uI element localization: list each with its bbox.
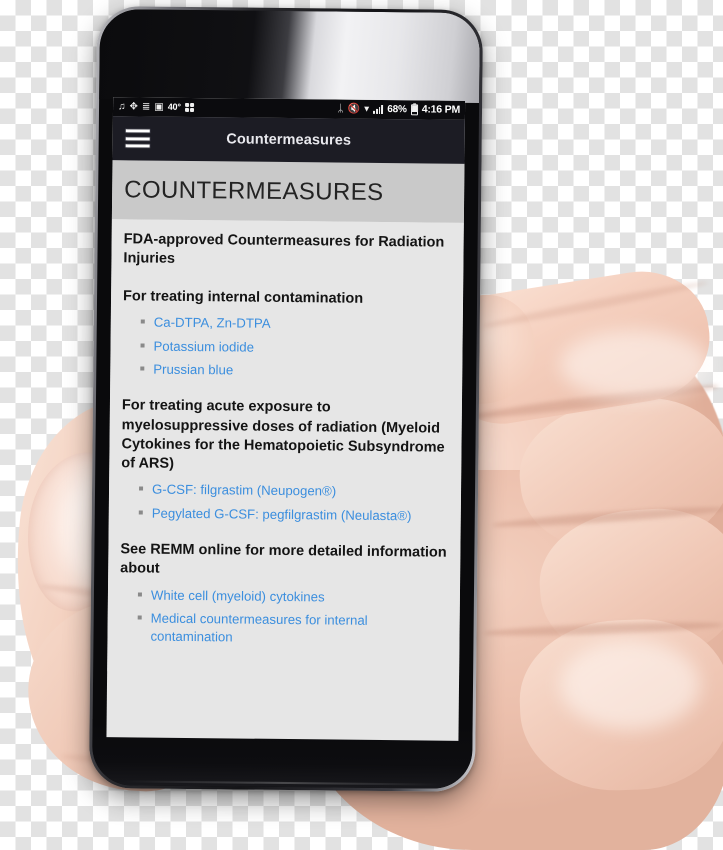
battery-icon: [410, 104, 418, 116]
link[interactable]: Ca-DTPA, Zn-DTPA: [154, 314, 271, 330]
section-heading: For treating internal contamination: [122, 287, 364, 307]
skin-crease: [470, 380, 720, 423]
link[interactable]: Prussian blue: [153, 362, 233, 378]
link[interactable]: Pegylated G-CSF: pegfilgrastim (Neulasta…: [152, 506, 412, 524]
skin-highlight: [560, 640, 700, 730]
mute-icon: 🔇: [347, 103, 361, 115]
bluetooth-icon: ᛦ: [337, 103, 344, 115]
music-note-icon: ♫: [117, 100, 126, 112]
link-list: White cell (myeloid) cytokines Medical c…: [137, 586, 448, 649]
apps-grid-icon: [184, 102, 194, 113]
page-content: FDA-approved Countermeasures for Radiati…: [107, 219, 464, 675]
temperature-indicator: 40°: [167, 101, 181, 112]
signal-bars-icon: [373, 104, 384, 115]
clock-label: 4:16 PM: [421, 103, 461, 117]
skin-highlight: [560, 330, 710, 400]
layers-icon: ≣: [141, 100, 151, 113]
link-list: G-CSF: filgrastim (Neupogen®) Pegylated …: [139, 481, 449, 526]
link[interactable]: White cell (myeloid) cytokines: [151, 587, 325, 604]
list-item[interactable]: Medical countermeasures for internal con…: [137, 610, 447, 649]
hamburger-menu-icon[interactable]: [124, 128, 151, 149]
photo-icon: ▣: [154, 101, 164, 113]
link[interactable]: Potassium iodide: [153, 338, 254, 354]
section-heading: See REMM online for more detailed inform…: [120, 541, 447, 577]
skin-crease: [483, 619, 723, 639]
content-section: FDA-approved Countermeasures for Radiati…: [123, 230, 451, 272]
link[interactable]: G-CSF: filgrastim (Neupogen®): [152, 482, 336, 499]
list-item[interactable]: Pegylated G-CSF: pegfilgrastim (Neulasta…: [139, 505, 449, 526]
list-item[interactable]: Potassium iodide: [140, 337, 450, 358]
battery-percent-label: 68%: [387, 103, 407, 115]
smartphone-device: ♫ ✥ ≣ ▣ 40° ᛦ 🔇 ▾ 68% 4:16 PM Countermea…: [88, 6, 484, 792]
finger-segment-lower: [517, 616, 723, 794]
wifi-icon: ▾: [364, 103, 370, 115]
app-bar: Countermeasures: [112, 116, 465, 164]
skin-crease: [481, 278, 709, 331]
app-bar-title: Countermeasures: [226, 131, 352, 149]
finger-segment-middle: [535, 503, 723, 667]
link-list: Ca-DTPA, Zn-DTPA Potassium iodide Prussi…: [140, 313, 451, 382]
content-section: For treating internal contamination Ca-D…: [122, 287, 451, 382]
finger-segment-upper: [512, 389, 723, 561]
navigation-arrows-icon: ✥: [129, 100, 139, 112]
list-item[interactable]: Prussian blue: [140, 361, 450, 382]
section-heading: FDA-approved Countermeasures for Radiati…: [123, 231, 445, 268]
content-section: See REMM online for more detailed inform…: [119, 540, 448, 648]
link[interactable]: Medical countermeasures for internal con…: [150, 611, 367, 645]
list-item[interactable]: Ca-DTPA, Zn-DTPA: [141, 313, 451, 334]
phone-screen: ♫ ✥ ≣ ▣ 40° ᛦ 🔇 ▾ 68% 4:16 PM Countermea…: [106, 97, 466, 741]
list-item[interactable]: G-CSF: filgrastim (Neupogen®): [139, 481, 449, 502]
content-section: For treating acute exposure to myelosupp…: [121, 397, 450, 526]
page-banner: COUNTERMEASURES: [111, 160, 465, 223]
status-bar-left: ♫ ✥ ≣ ▣ 40°: [117, 100, 194, 113]
skin-crease: [491, 503, 723, 531]
phone-body: ♫ ✥ ≣ ▣ 40° ᛦ 🔇 ▾ 68% 4:16 PM Countermea…: [91, 9, 481, 789]
status-bar-right: ᛦ 🔇 ▾ 68% 4:16 PM: [337, 103, 461, 117]
page-title: COUNTERMEASURES: [124, 176, 384, 207]
phone-top-bezel: [99, 9, 481, 104]
list-item[interactable]: White cell (myeloid) cytokines: [138, 586, 448, 607]
section-heading: For treating acute exposure to myelosupp…: [121, 397, 445, 472]
